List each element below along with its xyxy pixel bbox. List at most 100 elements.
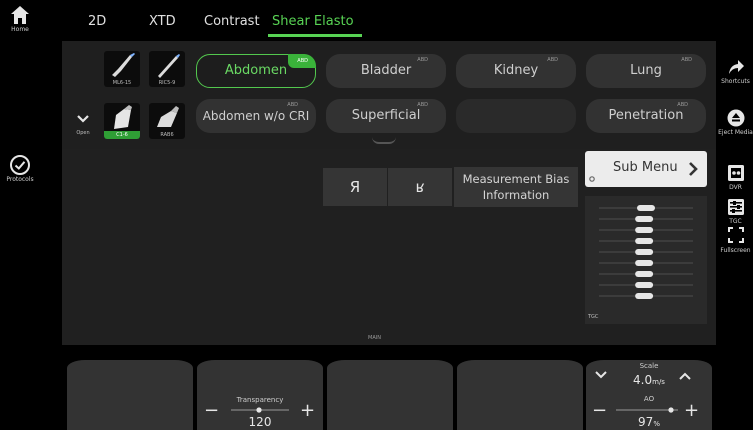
tgc-slider-knob[interactable] xyxy=(635,249,654,255)
transparency-slider[interactable] xyxy=(231,407,289,413)
home-button[interactable]: Home xyxy=(0,4,40,33)
probe-label: C1-6 xyxy=(104,131,140,139)
probe-ric5-9[interactable]: RIC5-9 xyxy=(149,51,185,87)
preset-label: Penetration xyxy=(608,108,684,123)
protocols-button[interactable]: Protocols xyxy=(0,154,40,183)
preset-label: Abdomen xyxy=(224,63,288,78)
tgc-slider-knob[interactable] xyxy=(635,227,654,233)
preset-empty-slot[interactable] xyxy=(456,99,576,133)
home-label: Home xyxy=(11,26,29,33)
tgc-slider-knob[interactable] xyxy=(635,282,654,288)
scale-ao-control[interactable]: Scale 4.0m/s AO − + 97% xyxy=(586,360,712,430)
preset-tag: ABD xyxy=(417,57,428,63)
main-label: MAIN xyxy=(368,335,381,341)
tgc-slider-knob[interactable] xyxy=(635,271,654,277)
shortcuts-button[interactable]: Shortcuts xyxy=(718,58,753,85)
dvr-button[interactable]: DVR xyxy=(718,164,753,191)
scale-title: Scale xyxy=(639,362,659,370)
preset-tag: ABD xyxy=(677,102,688,108)
bottom-knob-1[interactable] xyxy=(67,360,193,430)
preset-label: Superficial xyxy=(351,108,421,123)
preset-tag: ABD xyxy=(547,57,558,63)
measurement-bias-line2: Information xyxy=(482,188,550,202)
film-strip-icon xyxy=(727,165,744,181)
ao-value: 97 xyxy=(638,415,654,429)
tab-xtd[interactable]: XTD xyxy=(149,14,176,29)
fullscreen-button[interactable]: Fullscreen xyxy=(718,225,753,254)
scale-readout: 4.0m/s xyxy=(586,373,712,387)
probe-label: RIC5-9 xyxy=(158,80,176,86)
measurement-bias-info-button[interactable]: Measurement Bias Information xyxy=(454,167,578,207)
preset-abdomen-wo-cri[interactable]: ABD Abdomen w/o CRI xyxy=(196,99,316,133)
intracavity-probe-icon xyxy=(158,54,180,78)
mode-tabs: 2D XTD Contrast Shear Elasto xyxy=(40,0,718,40)
tab-contrast[interactable]: Contrast xyxy=(204,14,260,29)
volume-probe-icon xyxy=(157,106,179,127)
tgc-slider-knob[interactable] xyxy=(635,238,654,244)
chevron-right-icon xyxy=(689,162,698,176)
settings-small-icon xyxy=(589,176,595,182)
probe-label: ML6-15 xyxy=(112,80,132,86)
tgc-rail-label: TGC xyxy=(729,218,742,225)
probe-rab6[interactable]: RAB6 xyxy=(149,103,185,139)
bottom-controls: Transparency − + 120 Scale 4.0m/s AO − +… xyxy=(62,360,716,430)
preset-abdomen[interactable]: ABD Abdomen xyxy=(196,54,316,88)
preset-tag: ABD xyxy=(297,58,308,64)
eject-label: Eject Media xyxy=(718,129,753,136)
tgc-slider-knob[interactable] xyxy=(637,205,655,211)
bottom-knob-4[interactable] xyxy=(457,360,583,430)
probe-c1-6[interactable]: C1-6 xyxy=(104,103,140,139)
protocols-label: Protocols xyxy=(6,176,34,183)
convex-probe-icon xyxy=(114,105,132,129)
tgc-slider-knob[interactable] xyxy=(635,216,654,222)
check-circle-icon xyxy=(10,155,30,175)
preset-superficial[interactable]: ABD Superficial xyxy=(326,99,446,133)
preset-label: Lung xyxy=(630,63,662,78)
scale-value: 4.0 xyxy=(633,373,653,387)
sub-menu-button[interactable]: Sub Menu xyxy=(585,151,707,187)
left-rail: Home Protocols xyxy=(0,0,40,430)
fullscreen-label: Fullscreen xyxy=(720,247,751,254)
tgc-toggle-button[interactable]: TGC xyxy=(718,198,753,225)
ao-slider[interactable] xyxy=(616,407,678,413)
preset-panel: ML6-15 RIC5-9 C1-6 RAB6 Open ABD Abdomen xyxy=(62,41,716,149)
share-arrow-icon xyxy=(728,60,744,74)
open-presets-button[interactable]: Open xyxy=(70,109,96,143)
shortcuts-label: Shortcuts xyxy=(721,78,750,85)
right-rail: Shortcuts Eject Media DVR TGC Fullscreen xyxy=(718,0,753,430)
tab-2d[interactable]: 2D xyxy=(88,14,106,29)
eject-icon xyxy=(727,109,744,127)
tgc-panel: TGC xyxy=(585,196,707,324)
preset-label: Abdomen w/o CRI xyxy=(202,109,310,123)
preset-penetration[interactable]: ABD Penetration xyxy=(586,99,706,133)
preset-bladder[interactable]: ABD Bladder xyxy=(326,54,446,88)
ao-unit: % xyxy=(653,420,660,428)
fullscreen-arrows-icon xyxy=(727,227,744,243)
preset-label: Kidney xyxy=(493,63,539,78)
preset-tag: ABD xyxy=(417,102,428,108)
open-label: Open xyxy=(76,130,90,136)
eject-media-button[interactable]: Eject Media xyxy=(718,109,753,136)
preset-label: Bladder xyxy=(360,63,412,78)
bottom-knob-3[interactable] xyxy=(327,360,453,430)
preset-lung[interactable]: ABD Lung xyxy=(586,54,706,88)
home-icon xyxy=(11,6,29,24)
tgc-slider-knob[interactable] xyxy=(635,260,654,266)
tgc-slider-knob[interactable] xyxy=(635,293,654,299)
flip-up-down-button[interactable]: ʁ xyxy=(388,168,452,206)
tgc-sliders-icon xyxy=(727,199,744,215)
preset-kidney[interactable]: ABD Kidney xyxy=(456,54,576,88)
sub-menu-label: Sub Menu xyxy=(613,160,678,175)
probe-label: RAB6 xyxy=(160,132,174,138)
probe-ml6-15[interactable]: ML6-15 xyxy=(104,51,140,87)
tab-shear-elasto[interactable]: Shear Elasto xyxy=(272,14,354,29)
transparency-value: 120 xyxy=(248,415,272,429)
dvr-label: DVR xyxy=(729,184,742,191)
transparency-control[interactable]: Transparency − + 120 xyxy=(197,360,323,430)
active-tab-indicator xyxy=(268,34,362,37)
tgc-label: TGC xyxy=(588,314,599,320)
measurement-bias-line1: Measurement Bias xyxy=(462,172,570,186)
tgc-sliders xyxy=(599,205,693,299)
flip-left-right-button[interactable]: Я xyxy=(323,168,387,206)
panel-pull-handle[interactable] xyxy=(372,137,396,144)
